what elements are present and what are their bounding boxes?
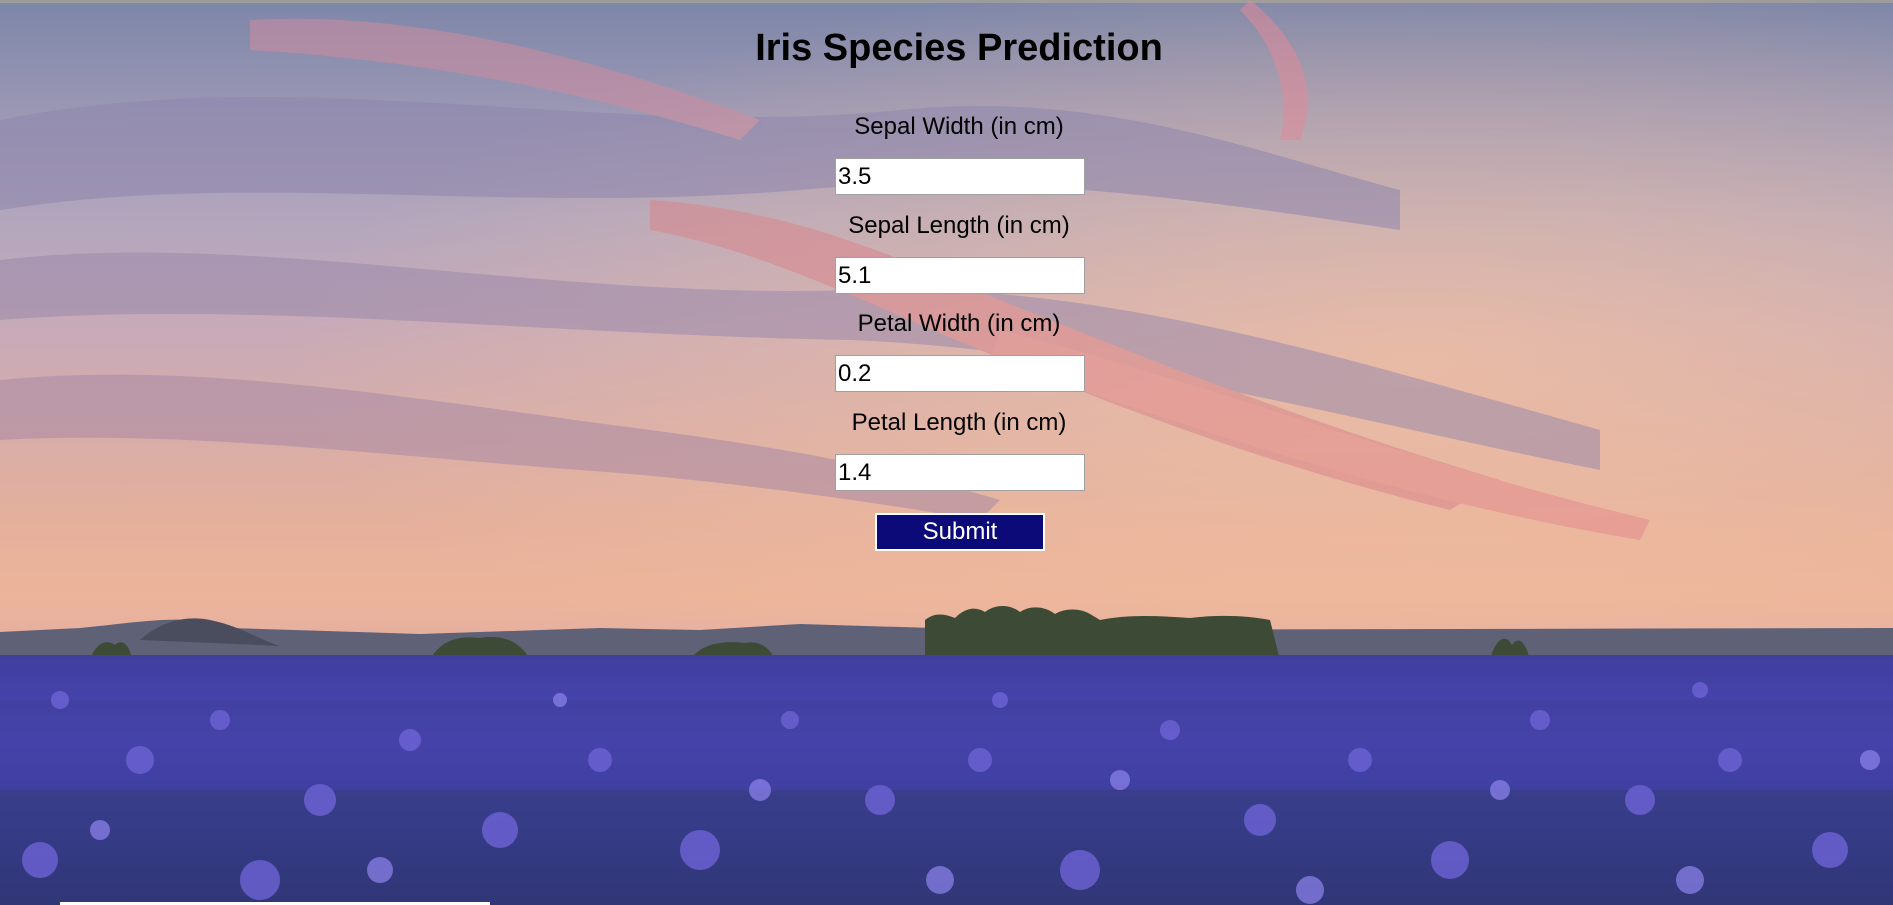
petal-length-label: Petal Length (in cm) <box>851 409 1067 436</box>
petal-width-label: Petal Width (in cm) <box>857 310 1061 337</box>
petal-length-input[interactable] <box>835 454 1085 491</box>
page-title: Iris Species Prediction <box>755 27 1163 69</box>
petal-width-input[interactable] <box>835 355 1085 392</box>
sepal-width-input[interactable] <box>835 158 1085 195</box>
sepal-width-label: Sepal Width (in cm) <box>854 113 1064 140</box>
sepal-length-input[interactable] <box>835 257 1085 294</box>
submit-button[interactable]: Submit <box>875 513 1045 551</box>
sepal-length-label: Sepal Length (in cm) <box>848 212 1070 239</box>
page: Iris Species Prediction Sepal Width (in … <box>0 0 1893 905</box>
